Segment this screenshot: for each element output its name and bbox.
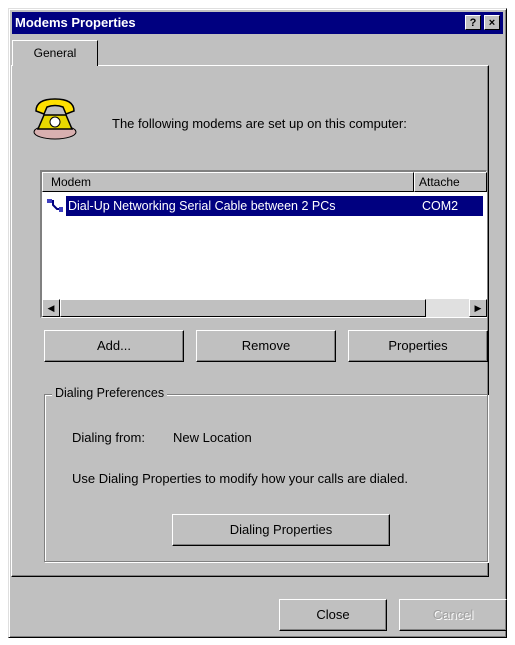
add-button[interactable]: Add... — [44, 330, 184, 362]
scroll-left-button[interactable]: ◀ — [42, 299, 60, 317]
modem-port: COM2 — [422, 199, 459, 213]
dialing-preferences-label: Dialing Preferences — [52, 386, 168, 400]
cable-icon — [47, 199, 63, 212]
help-button[interactable]: ? — [465, 15, 481, 30]
intro-text: The following modems are set up on this … — [112, 116, 407, 131]
properties-button[interactable]: Properties — [348, 330, 488, 362]
column-header-modem[interactable]: Modem — [42, 172, 414, 192]
add-button-label: Add... — [97, 338, 131, 353]
close-button-label: Close — [316, 607, 350, 622]
selected-row-highlight: Dial-Up Networking Serial Cable between … — [66, 196, 483, 216]
cancel-button[interactable]: Cancel — [399, 599, 507, 631]
cancel-button-label: Cancel — [432, 607, 474, 622]
title-bar[interactable]: Modems Properties ? × — [12, 12, 503, 34]
dialing-hint-text: Use Dialing Properties to modify how you… — [72, 471, 408, 486]
close-button[interactable]: Close — [279, 599, 387, 631]
close-window-button[interactable]: × — [484, 15, 500, 30]
dialing-properties-label: Dialing Properties — [229, 522, 333, 537]
dialing-from-label: Dialing from: — [72, 430, 145, 445]
remove-button-label: Remove — [241, 338, 291, 353]
horizontal-scrollbar[interactable]: ◀ ▶ — [42, 299, 487, 317]
scroll-right-button[interactable]: ▶ — [469, 299, 487, 317]
list-item[interactable]: Dial-Up Networking Serial Cable between … — [46, 196, 483, 216]
properties-button-label: Properties — [388, 338, 448, 353]
scroll-thumb[interactable] — [60, 299, 426, 317]
dialing-properties-button[interactable]: Dialing Properties — [172, 514, 390, 546]
modem-list[interactable]: Modem Attache Dial-Up Networking Serial … — [40, 170, 487, 318]
modem-phone-icon — [33, 98, 77, 140]
modem-name: Dial-Up Networking Serial Cable between … — [68, 199, 336, 213]
dialing-from-value: New Location — [173, 430, 252, 445]
column-header-attached-to[interactable]: Attache — [414, 172, 487, 192]
window-title: Modems Properties — [15, 15, 136, 30]
tab-general[interactable]: General — [12, 40, 98, 66]
remove-button[interactable]: Remove — [196, 330, 336, 362]
